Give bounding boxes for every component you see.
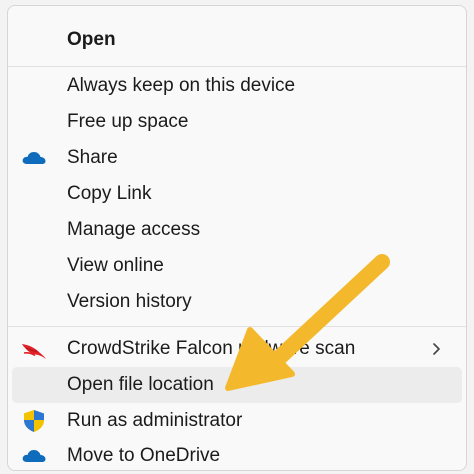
menu-item-version-history[interactable]: Version history (12, 284, 462, 320)
menu-item-label: Version history (67, 291, 192, 312)
chevron-right-icon (430, 337, 444, 361)
onedrive-cloud-icon (20, 146, 48, 170)
menu-item-crowdstrike-scan[interactable]: CrowdStrike Falcon malware scan (12, 331, 462, 367)
menu-separator (8, 66, 466, 67)
menu-item-label: Run as administrator (67, 410, 243, 431)
menu-item-label: Share (67, 147, 118, 168)
menu-item-move-to-onedrive[interactable]: Move to OneDrive (12, 438, 462, 470)
menu-item-open[interactable]: Open (12, 22, 462, 58)
menu-item-label: Move to OneDrive (67, 445, 221, 466)
menu-item-label: Manage access (67, 219, 201, 240)
menu-item-manage-access[interactable]: Manage access (12, 212, 462, 248)
menu-item-label: Copy Link (67, 183, 152, 204)
menu-item-free-up-space[interactable]: Free up space (12, 104, 462, 140)
menu-item-copy-link[interactable]: Copy Link (12, 176, 462, 212)
onedrive-cloud-icon (20, 444, 48, 468)
menu-item-label: Open file location (67, 374, 214, 395)
menu-separator (8, 326, 466, 327)
menu-item-label: View online (67, 255, 164, 276)
menu-item-view-online[interactable]: View online (12, 248, 462, 284)
context-menu: Open Always keep on this device Free up … (7, 5, 467, 471)
menu-item-label: Free up space (67, 111, 189, 132)
menu-item-open-file-location[interactable]: Open file location (12, 367, 462, 403)
screenshot-stage: Open Always keep on this device Free up … (0, 0, 474, 474)
menu-item-label: Always keep on this device (67, 75, 296, 96)
menu-item-always-keep[interactable]: Always keep on this device (12, 68, 462, 104)
uac-shield-icon (20, 409, 48, 433)
menu-item-label: Open (67, 29, 116, 50)
menu-item-share[interactable]: Share (12, 140, 462, 176)
menu-item-label: CrowdStrike Falcon malware scan (67, 338, 356, 359)
menu-item-run-as-admin[interactable]: Run as administrator (12, 403, 462, 439)
crowdstrike-falcon-icon (20, 337, 48, 361)
